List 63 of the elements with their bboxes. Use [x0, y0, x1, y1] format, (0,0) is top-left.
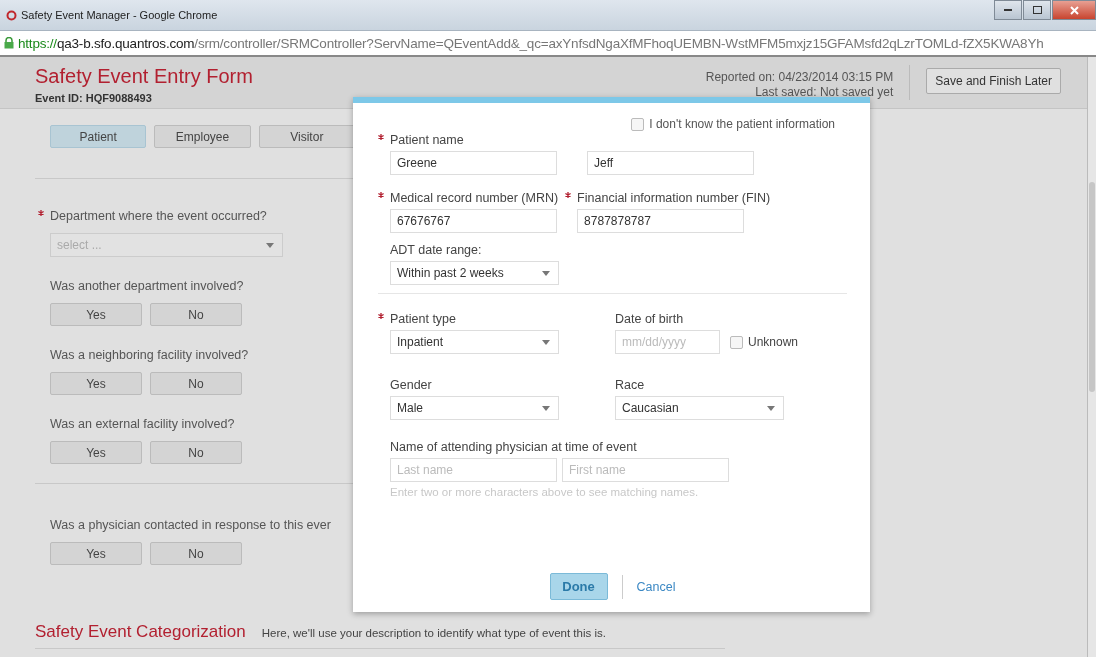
checkbox[interactable] [730, 335, 743, 349]
choice-button[interactable]: No [150, 303, 242, 326]
section-description: Here, we'll use your description to identify what type of event this is. [261, 627, 606, 639]
field-label: Financial information number (FIN) [577, 191, 771, 205]
question-label: Department where the event occurred? [50, 209, 355, 223]
choice-button[interactable]: Yes [50, 372, 142, 395]
caret-icon [767, 405, 775, 411]
last-name-input[interactable]: Last name [390, 458, 557, 482]
first-name-input[interactable]: First name [562, 458, 729, 482]
maximize-icon [1032, 6, 1042, 14]
choice-button[interactable]: No [150, 542, 242, 565]
choice-button[interactable]: Patient [50, 125, 147, 148]
field-label: Race [615, 378, 646, 392]
save-button[interactable]: Save and Finish Later [926, 68, 1061, 94]
section-title: Safety Event Categorization [35, 622, 246, 642]
date-input[interactable]: mm/dd/yyyy [615, 330, 720, 354]
patient-type-select[interactable]: Inpatient [390, 330, 559, 354]
minimize-button[interactable] [994, 0, 1022, 20]
question-label: Was a physician contacted in response to this ever [50, 518, 332, 532]
gender-select[interactable]: Male [390, 396, 559, 420]
field-label: Gender [390, 378, 433, 392]
choice-button[interactable]: Employee [154, 125, 251, 148]
checkbox-label[interactable]: Unknown [748, 335, 799, 349]
last-name-input[interactable]: Greene [390, 151, 557, 175]
checkbox-label[interactable]: I don't know the patient information [649, 117, 835, 131]
race-select[interactable]: Caucasian [615, 396, 784, 420]
window-title: Safety Event Manager - Google Chrome [21, 9, 218, 21]
choice-button[interactable]: Visitor [258, 125, 355, 148]
question-label: Was another department involved? [50, 279, 245, 293]
cancel-link[interactable]: Cancel [636, 579, 676, 594]
choice-button[interactable]: Yes [50, 303, 142, 326]
caret-icon [542, 339, 550, 345]
field-label: Name of attending physician at time of event [390, 440, 638, 454]
event-id: Event ID: HQF9088493 [35, 92, 153, 104]
maximize-button[interactable] [1023, 0, 1051, 20]
choice-button[interactable]: No [150, 372, 242, 395]
field-label: Medical record number (MRN) [390, 191, 559, 205]
caret-icon [266, 242, 274, 248]
question-label: Was an external facility involved? [50, 417, 236, 431]
first-name-input[interactable]: Jeff [587, 151, 754, 175]
mrn-input[interactable]: 67676767 [390, 209, 557, 233]
field-label: Patient type [390, 312, 615, 326]
field-label: Date of birth [615, 312, 685, 326]
caret-icon [542, 270, 550, 276]
close-button[interactable] [1052, 0, 1096, 20]
minimize-icon [1004, 8, 1012, 12]
field-label: ADT date range: [390, 243, 483, 257]
close-icon [1069, 5, 1079, 15]
field-label: Patient name [390, 133, 835, 147]
choice-button[interactable]: No [150, 441, 242, 464]
form-title: Safety Event Entry Form [35, 65, 253, 88]
date-range-select[interactable]: Within past 2 weeks [390, 261, 559, 285]
fin-input[interactable]: 8787878787 [577, 209, 745, 233]
last-saved: Last saved: Not saved yet [754, 85, 894, 100]
choice-button[interactable]: Yes [50, 542, 142, 565]
question-label: Was a neighboring facility involved? [50, 348, 250, 362]
reported-on: Reported on: 04/23/2014 03:15 PM [705, 70, 894, 85]
checkbox[interactable] [631, 117, 645, 131]
scrollbar-thumb[interactable] [1089, 182, 1095, 392]
app-icon [6, 9, 17, 21]
choice-button[interactable]: Yes [50, 441, 142, 464]
lock-icon [4, 37, 14, 49]
caret-icon [542, 405, 550, 411]
